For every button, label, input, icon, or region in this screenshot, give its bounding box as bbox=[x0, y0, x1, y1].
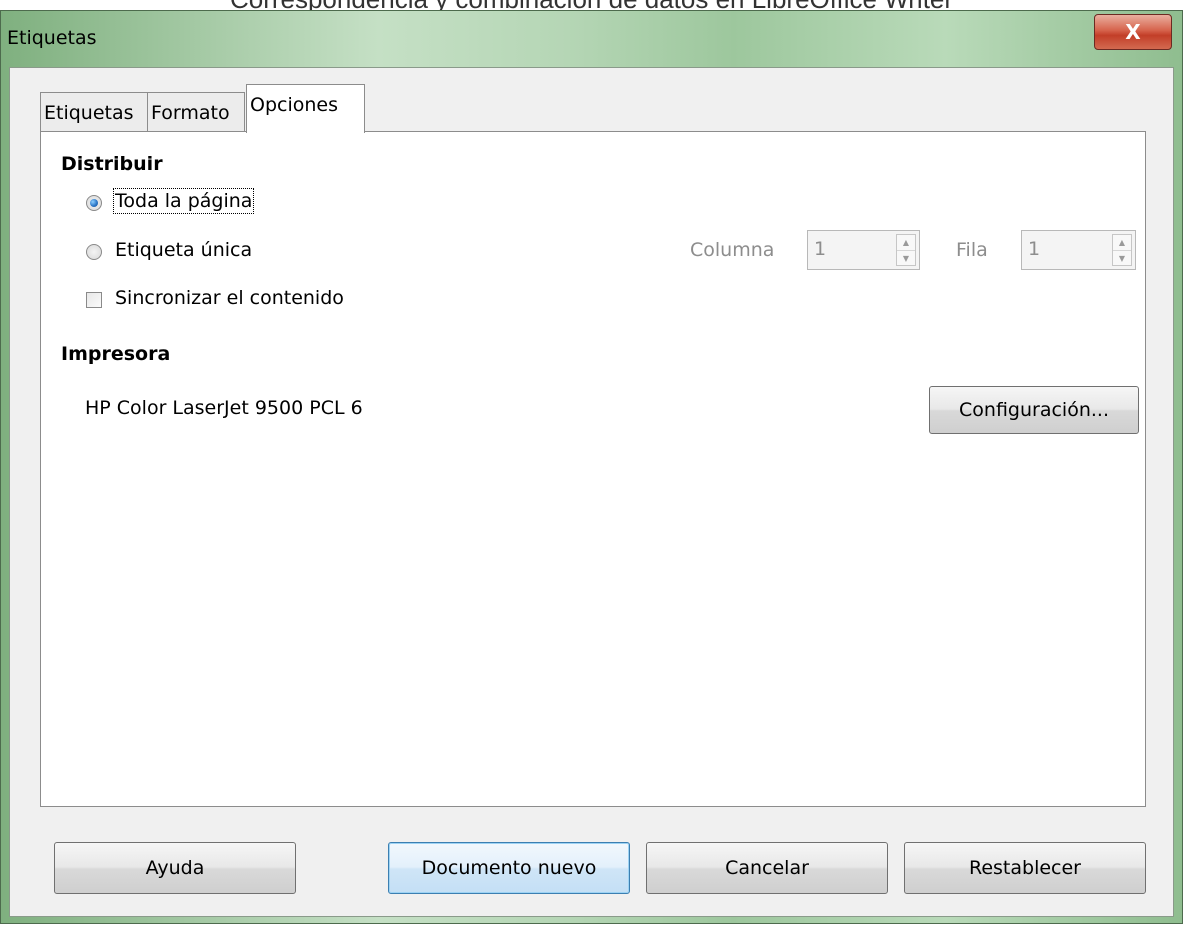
printer-setup-button[interactable]: Configuración... bbox=[929, 386, 1139, 434]
tab-etiquetas[interactable]: Etiquetas bbox=[40, 92, 148, 132]
sync-contents-checkbox[interactable] bbox=[86, 292, 102, 308]
tab-opciones[interactable]: Opciones bbox=[246, 84, 365, 133]
column-spinbox[interactable]: 1 ▲ ▼ bbox=[807, 230, 920, 270]
options-panel: Distribuir Toda la página Etiqueta única… bbox=[40, 131, 1146, 807]
tab-label: Formato bbox=[151, 101, 230, 124]
help-label: Ayuda bbox=[145, 857, 205, 879]
tab-formato[interactable]: Formato bbox=[147, 92, 245, 132]
sync-contents-label[interactable]: Sincronizar el contenido bbox=[115, 287, 344, 309]
spin-down-icon[interactable]: ▼ bbox=[897, 251, 915, 266]
dialog-client-area: Etiquetas Formato Opciones Distribuir To… bbox=[9, 67, 1174, 917]
row-label: Fila bbox=[956, 239, 988, 261]
row-spin-buttons[interactable]: ▲ ▼ bbox=[1112, 234, 1132, 266]
help-button[interactable]: Ayuda bbox=[54, 842, 296, 894]
dialog-title: Etiquetas bbox=[7, 27, 97, 49]
spin-up-icon[interactable]: ▲ bbox=[1113, 235, 1131, 251]
column-spin-buttons[interactable]: ▲ ▼ bbox=[896, 234, 916, 266]
new-document-label: Documento nuevo bbox=[421, 857, 597, 879]
distribute-heading: Distribuir bbox=[61, 153, 163, 175]
close-icon: X bbox=[1125, 20, 1141, 44]
spin-up-icon[interactable]: ▲ bbox=[897, 235, 915, 251]
row-spinbox[interactable]: 1 ▲ ▼ bbox=[1021, 230, 1136, 270]
single-label-radio[interactable] bbox=[86, 244, 102, 260]
printer-setup-label: Configuración... bbox=[959, 399, 1109, 421]
tab-label: Etiquetas bbox=[44, 101, 134, 124]
row-value: 1 bbox=[1028, 238, 1041, 260]
spin-down-icon[interactable]: ▼ bbox=[1113, 251, 1131, 266]
reset-label: Restablecer bbox=[968, 857, 1081, 879]
printer-heading: Impresora bbox=[61, 343, 171, 365]
labels-dialog: Etiquetas X Etiquetas Formato Opciones D… bbox=[0, 10, 1183, 924]
full-page-radio[interactable] bbox=[86, 195, 102, 211]
single-label-label[interactable]: Etiqueta única bbox=[115, 239, 252, 261]
cancel-label: Cancelar bbox=[725, 857, 809, 879]
new-document-button[interactable]: Documento nuevo bbox=[388, 842, 630, 894]
reset-button[interactable]: Restablecer bbox=[904, 842, 1146, 894]
close-button[interactable]: X bbox=[1094, 14, 1172, 50]
printer-name: HP Color LaserJet 9500 PCL 6 bbox=[85, 397, 363, 419]
column-value: 1 bbox=[814, 238, 827, 260]
cancel-button[interactable]: Cancelar bbox=[646, 842, 888, 894]
tab-label: Opciones bbox=[250, 94, 338, 116]
column-label: Columna bbox=[690, 239, 775, 261]
full-page-label[interactable]: Toda la página bbox=[112, 188, 255, 214]
